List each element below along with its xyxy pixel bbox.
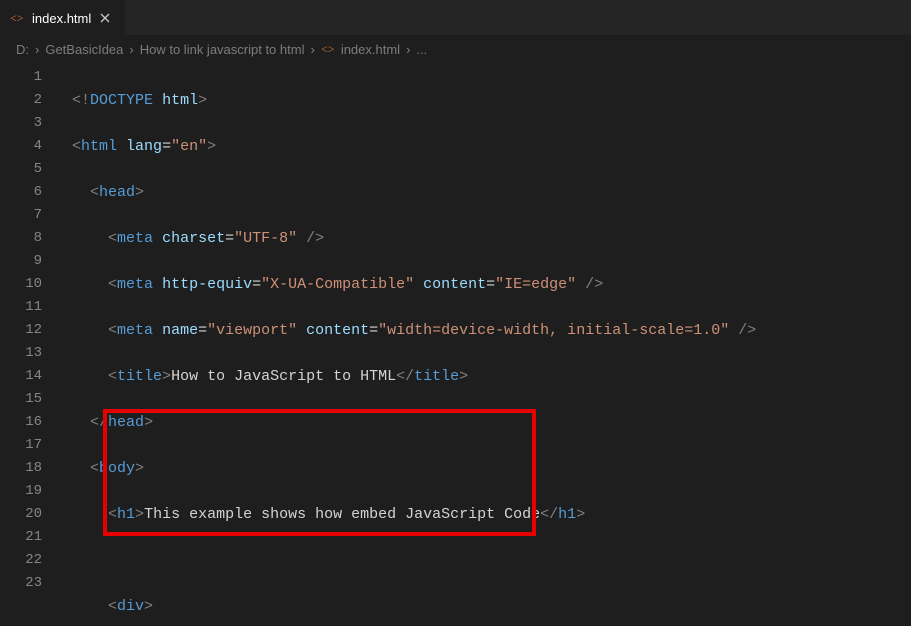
line-number: 10 [0, 273, 42, 296]
code-line[interactable]: <title>How to JavaScript to HTML</title> [72, 365, 756, 388]
code-line[interactable]: <meta name="viewport" content="width=dev… [72, 319, 756, 342]
code-line[interactable]: <meta charset="UTF-8" /> [72, 227, 756, 250]
line-number: 6 [0, 181, 42, 204]
line-number: 1 [0, 66, 42, 89]
line-number: 4 [0, 135, 42, 158]
line-number: 15 [0, 388, 42, 411]
svg-text:<>: <> [10, 11, 24, 25]
line-number: 3 [0, 112, 42, 135]
line-number: 23 [0, 572, 42, 595]
svg-text:<>: <> [321, 42, 335, 56]
line-number: 21 [0, 526, 42, 549]
line-number: 22 [0, 549, 42, 572]
html-file-icon: <> [321, 41, 337, 57]
line-number: 14 [0, 365, 42, 388]
line-number: 18 [0, 457, 42, 480]
code-line[interactable] [72, 549, 756, 572]
line-number: 11 [0, 296, 42, 319]
code-line[interactable]: <h1>This example shows how embed JavaScr… [72, 503, 756, 526]
code-line[interactable]: <html lang="en"> [72, 135, 756, 158]
chevron-right-icon: › [35, 42, 39, 57]
line-number: 8 [0, 227, 42, 250]
line-number: 7 [0, 204, 42, 227]
code-line[interactable]: <!DOCTYPE html> [72, 89, 756, 112]
close-icon[interactable] [97, 10, 113, 26]
tab-bar: <> index.html [0, 0, 911, 36]
line-number: 13 [0, 342, 42, 365]
line-number: 12 [0, 319, 42, 342]
chevron-right-icon: › [310, 42, 314, 57]
line-number-gutter: 1 2 3 4 5 6 7 8 9 10 11 12 13 14 15 16 1… [0, 62, 60, 626]
code-line[interactable]: <body> [72, 457, 756, 480]
breadcrumb: D: › GetBasicIdea › How to link javascri… [0, 36, 911, 62]
code-line[interactable]: <div> [72, 595, 756, 618]
html-file-icon: <> [10, 10, 26, 26]
line-number: 5 [0, 158, 42, 181]
code-line[interactable]: <head> [72, 181, 756, 204]
chevron-right-icon: › [129, 42, 133, 57]
tab-label: index.html [32, 11, 91, 26]
breadcrumb-drive[interactable]: D: [16, 42, 29, 57]
breadcrumb-more[interactable]: ... [416, 42, 427, 57]
code-line[interactable]: </head> [72, 411, 756, 434]
breadcrumb-file[interactable]: index.html [341, 42, 400, 57]
breadcrumb-folder-2[interactable]: How to link javascript to html [140, 42, 305, 57]
tab-index-html[interactable]: <> index.html [0, 0, 125, 35]
line-number: 17 [0, 434, 42, 457]
breadcrumb-folder-1[interactable]: GetBasicIdea [45, 42, 123, 57]
chevron-right-icon: › [406, 42, 410, 57]
line-number: 20 [0, 503, 42, 526]
line-number: 2 [0, 89, 42, 112]
line-number: 9 [0, 250, 42, 273]
code-line[interactable]: <meta http-equiv="X-UA-Compatible" conte… [72, 273, 756, 296]
line-number: 19 [0, 480, 42, 503]
code-editor[interactable]: 1 2 3 4 5 6 7 8 9 10 11 12 13 14 15 16 1… [0, 62, 911, 626]
line-number: 16 [0, 411, 42, 434]
code-content[interactable]: <!DOCTYPE html> <html lang="en"> <head> … [60, 62, 756, 626]
